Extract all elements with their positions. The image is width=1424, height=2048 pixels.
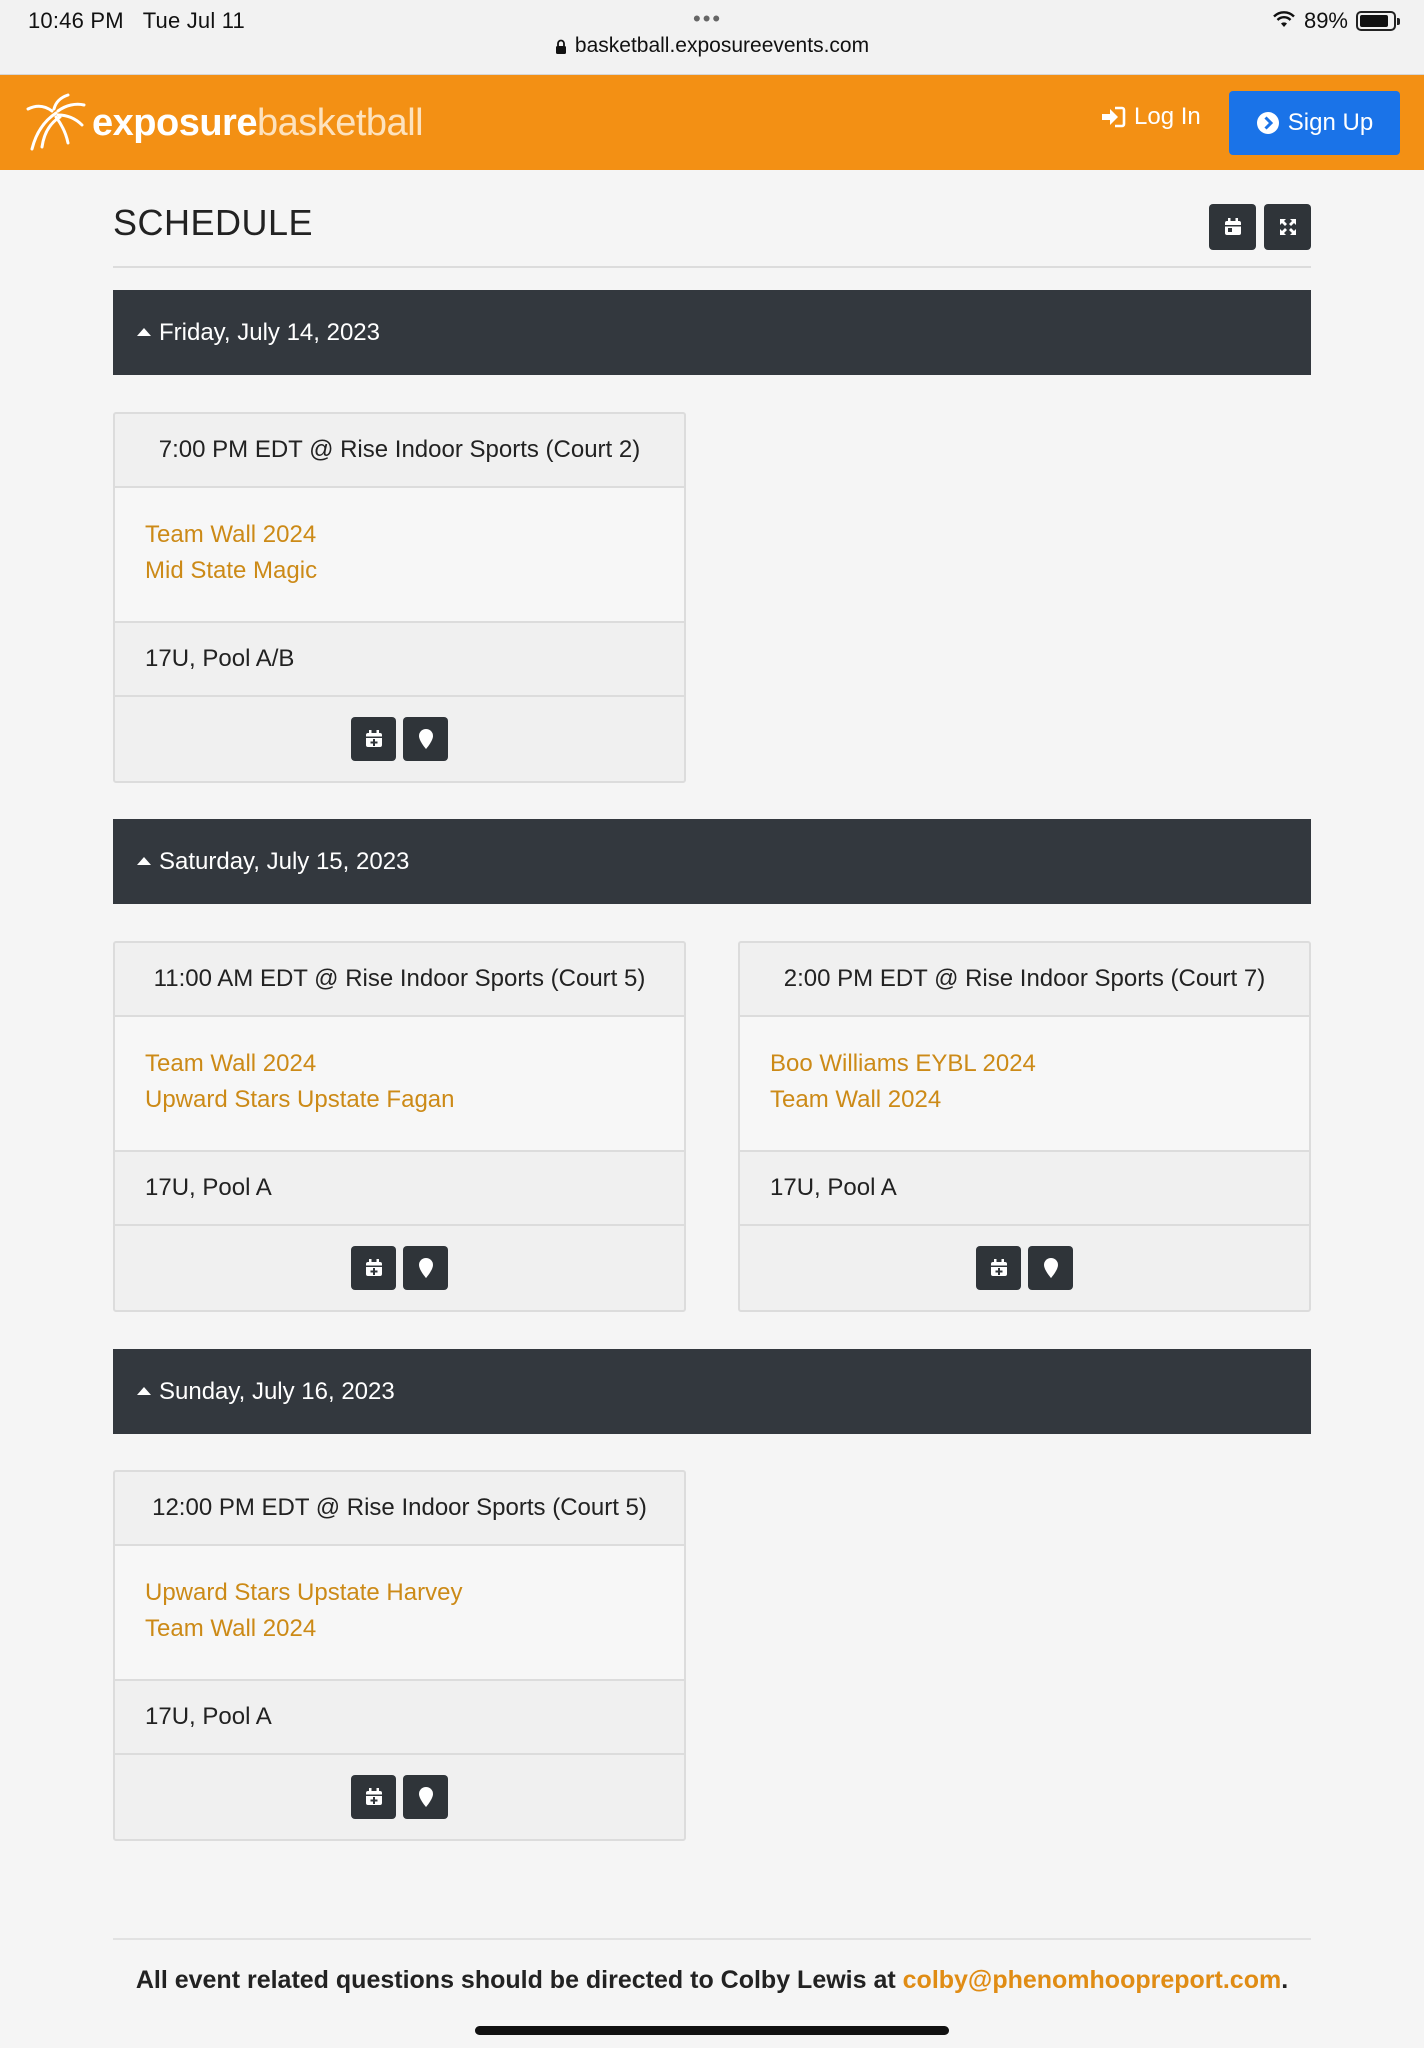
day-label: Friday, July 14, 2023 xyxy=(159,318,381,346)
game-division: 17U, Pool A xyxy=(740,1152,1309,1226)
map-location-button[interactable] xyxy=(403,1775,448,1819)
footer-contact: All event related questions should be di… xyxy=(0,1966,1424,1995)
add-to-calendar-button[interactable] xyxy=(351,1775,396,1819)
team-link[interactable]: Team Wall 2024 xyxy=(145,1611,684,1647)
footer-period: . xyxy=(1281,1966,1289,1994)
game-teams: Boo Williams EYBL 2024 Team Wall 2024 xyxy=(740,1017,1309,1152)
game-teams: Upward Stars Upstate Harvey Team Wall 20… xyxy=(115,1546,684,1681)
game-time-location: 11:00 AM EDT @ Rise Indoor Sports (Court… xyxy=(115,943,684,1017)
day-label: Sunday, July 16, 2023 xyxy=(159,1377,395,1405)
wifi-icon xyxy=(1272,8,1296,34)
game-teams: Team Wall 2024 Upward Stars Upstate Faga… xyxy=(115,1017,684,1152)
calendar-plus-icon xyxy=(365,1259,382,1276)
team-link[interactable]: Team Wall 2024 xyxy=(145,1046,684,1082)
game-card: 12:00 PM EDT @ Rise Indoor Sports (Court… xyxy=(113,1470,686,1841)
address-bar[interactable]: basketball.exposureevents.com xyxy=(0,34,1424,61)
day-header-sunday[interactable]: Sunday, July 16, 2023 xyxy=(113,1349,1311,1434)
game-time-location: 7:00 PM EDT @ Rise Indoor Sports (Court … xyxy=(115,414,684,488)
calendar-plus-icon xyxy=(365,1788,382,1805)
team-link[interactable]: Mid State Magic xyxy=(145,553,684,589)
signup-label: Sign Up xyxy=(1287,109,1374,136)
game-card: 2:00 PM EDT @ Rise Indoor Sports (Court … xyxy=(738,941,1311,1312)
calendar-icon xyxy=(1224,218,1241,235)
home-indicator[interactable] xyxy=(475,2026,949,2035)
game-time-location: 12:00 PM EDT @ Rise Indoor Sports (Court… xyxy=(115,1472,684,1546)
game-division: 17U, Pool A xyxy=(115,1152,684,1226)
basketball-logo-icon xyxy=(26,93,86,151)
map-marker-icon xyxy=(418,1258,433,1278)
team-link[interactable]: Boo Williams EYBL 2024 xyxy=(770,1046,1309,1082)
exposure-logo[interactable]: exposurebasketball xyxy=(22,93,424,153)
team-link[interactable]: Team Wall 2024 xyxy=(145,517,684,553)
time-text: 10:46 PM xyxy=(28,8,124,33)
team-link[interactable]: Team Wall 2024 xyxy=(770,1082,1309,1118)
team-link[interactable]: Upward Stars Upstate Fagan xyxy=(145,1082,684,1118)
map-location-button[interactable] xyxy=(403,717,448,761)
game-division: 17U, Pool A/B xyxy=(115,623,684,697)
logo-word-bold: exposure xyxy=(92,101,257,144)
sign-in-icon xyxy=(1102,106,1126,128)
signup-button[interactable]: Sign Up xyxy=(1229,91,1400,155)
site-header: exposurebasketball Log In Sign Up xyxy=(0,75,1424,170)
game-actions xyxy=(115,1755,684,1839)
chevron-circle-right-icon xyxy=(1256,112,1279,134)
login-label: Log In xyxy=(1134,103,1201,130)
add-to-calendar-button[interactable] xyxy=(351,1246,396,1290)
map-location-button[interactable] xyxy=(1028,1246,1073,1290)
login-link[interactable]: Log In xyxy=(1100,103,1201,131)
ios-status-bar: 10:46 PM Tue Jul 11 ••• basketball.expos… xyxy=(0,0,1424,75)
logo-word-light: basketball xyxy=(256,101,424,144)
game-teams: Team Wall 2024 Mid State Magic xyxy=(115,488,684,623)
team-link[interactable]: Upward Stars Upstate Harvey xyxy=(145,1575,684,1611)
day-label: Saturday, July 15, 2023 xyxy=(159,847,410,875)
add-to-calendar-button[interactable] xyxy=(976,1246,1021,1290)
calendar-plus-icon xyxy=(365,730,382,747)
battery-percent: 89% xyxy=(1303,8,1348,33)
footer-divider xyxy=(113,1938,1311,1940)
day-header-saturday[interactable]: Saturday, July 15, 2023 xyxy=(113,819,1311,904)
game-actions xyxy=(740,1226,1309,1310)
game-division: 17U, Pool A xyxy=(115,1681,684,1755)
contact-email-link[interactable]: colby@phenomhoopreport.com xyxy=(903,1966,1282,1994)
date-text: Tue Jul 11 xyxy=(142,8,245,33)
map-marker-icon xyxy=(1043,1258,1058,1278)
page-title: SCHEDULE xyxy=(113,202,314,243)
footer-message: All event related questions should be di… xyxy=(135,1966,903,1994)
game-actions xyxy=(115,697,684,781)
add-to-calendar-button[interactable] xyxy=(351,717,396,761)
battery-fill xyxy=(1360,15,1389,27)
expand-icon xyxy=(1279,219,1296,235)
caret-up-icon xyxy=(137,327,151,336)
battery-icon xyxy=(1356,11,1400,31)
game-time-location: 2:00 PM EDT @ Rise Indoor Sports (Court … xyxy=(740,943,1309,1017)
map-location-button[interactable] xyxy=(403,1246,448,1290)
day-header-friday[interactable]: Friday, July 14, 2023 xyxy=(113,290,1311,375)
url-text[interactable]: basketball.exposureevents.com xyxy=(575,34,869,57)
map-marker-icon xyxy=(418,1787,433,1807)
game-card: 11:00 AM EDT @ Rise Indoor Sports (Court… xyxy=(113,941,686,1312)
status-indicators: 89% xyxy=(1272,8,1400,34)
lock-icon xyxy=(555,37,567,61)
expand-button[interactable] xyxy=(1264,204,1311,250)
game-card: 7:00 PM EDT @ Rise Indoor Sports (Court … xyxy=(113,412,686,783)
caret-up-icon xyxy=(137,1386,151,1395)
title-divider xyxy=(113,266,1311,268)
more-dots-icon[interactable]: ••• xyxy=(693,6,722,32)
logo-wordmark: exposurebasketball xyxy=(92,101,424,145)
game-actions xyxy=(115,1226,684,1310)
status-time: 10:46 PM Tue Jul 11 xyxy=(28,8,245,34)
map-marker-icon xyxy=(418,729,433,749)
calendar-plus-icon xyxy=(990,1259,1007,1276)
calendar-button[interactable] xyxy=(1209,204,1256,250)
caret-up-icon xyxy=(137,856,151,865)
